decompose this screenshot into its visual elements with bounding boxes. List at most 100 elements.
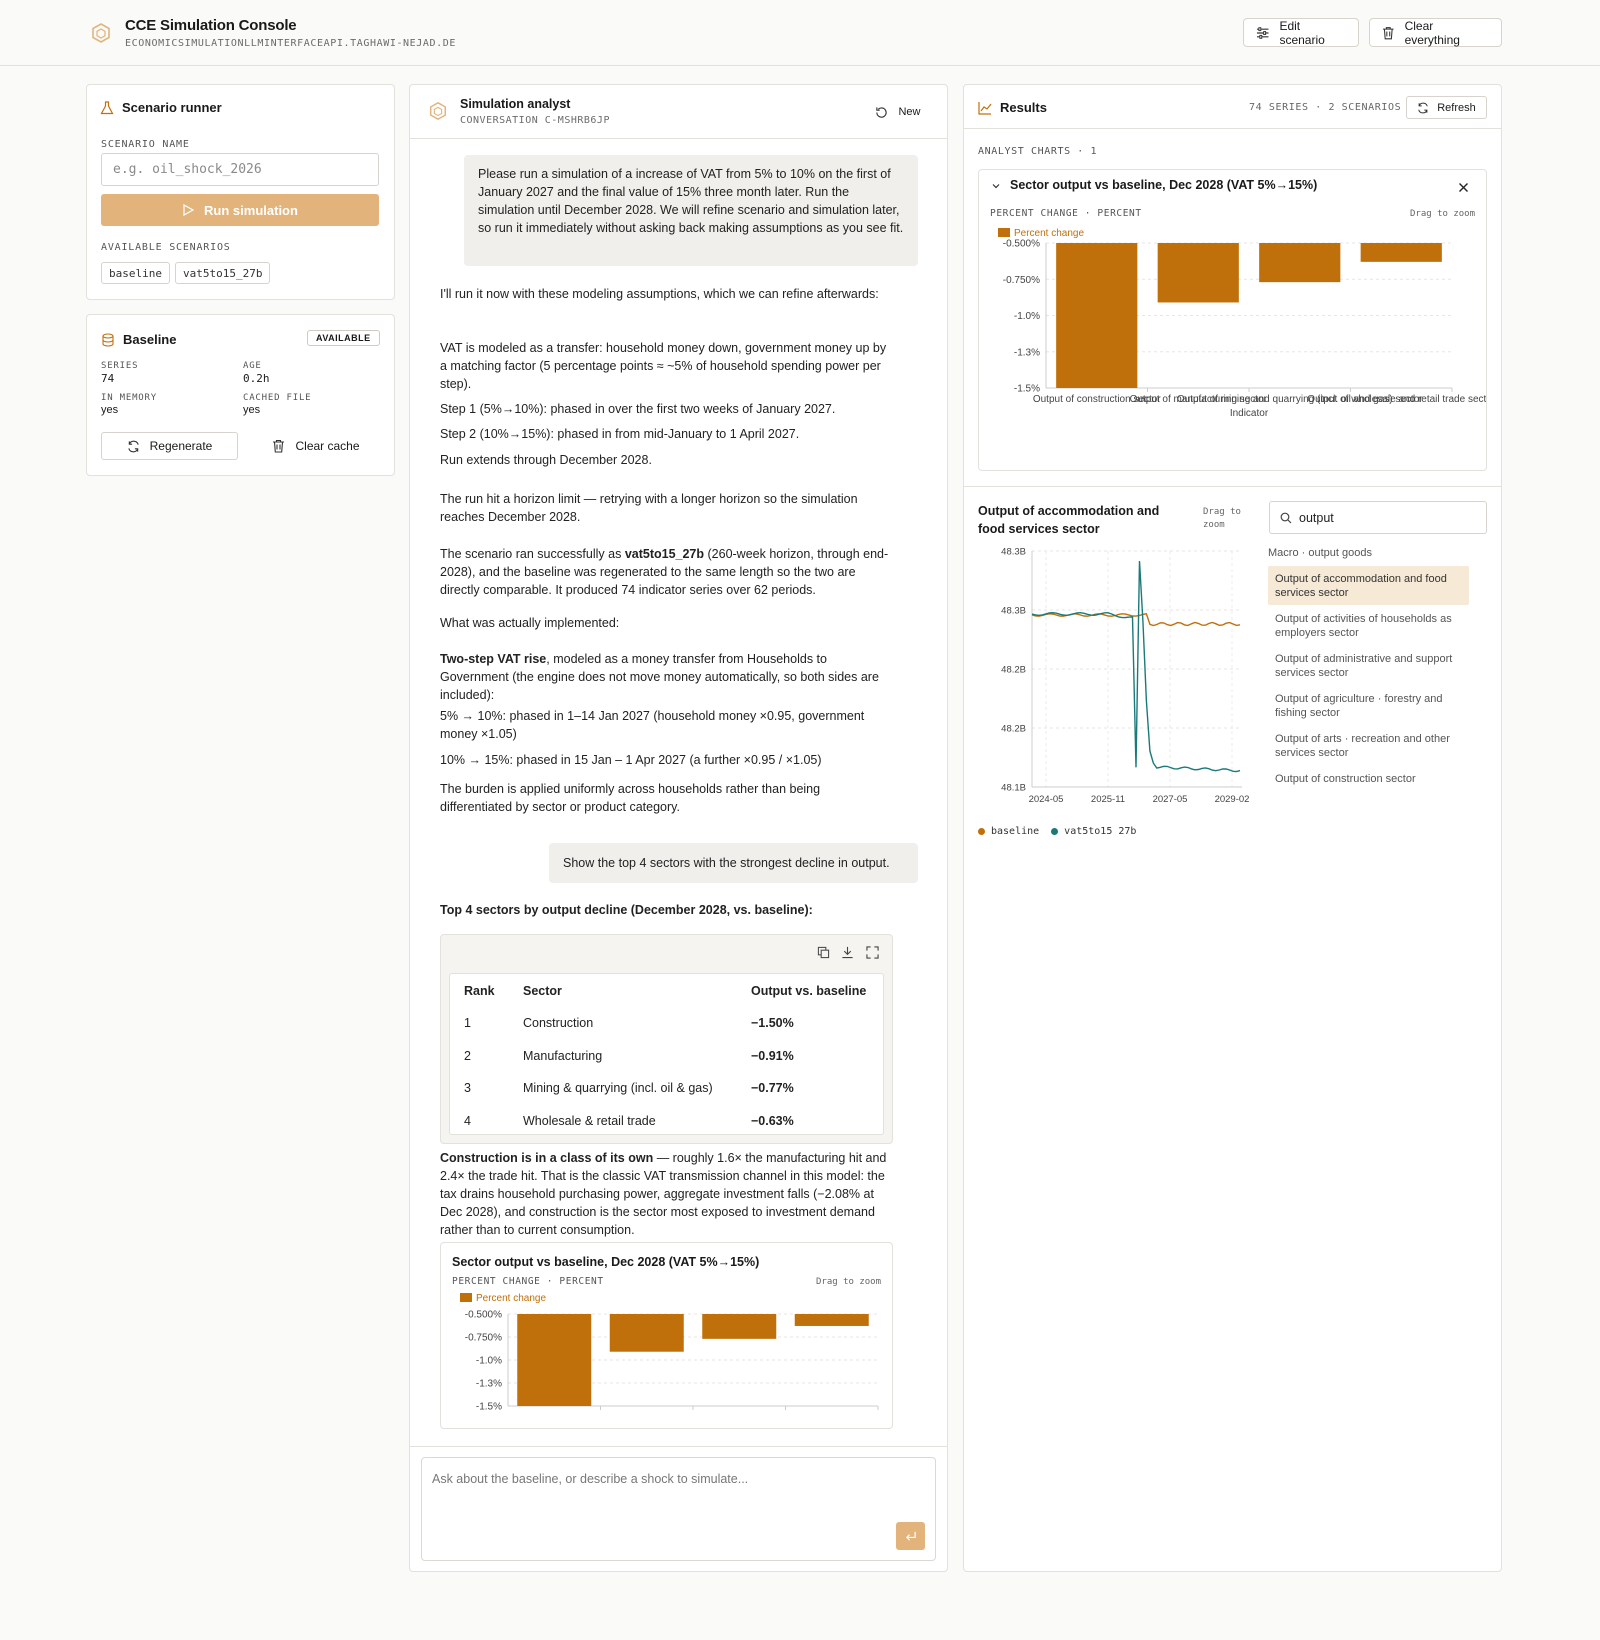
y-tick-label: -1.0% (476, 1356, 502, 1367)
download-icon[interactable] (841, 946, 854, 959)
cached-file-key: CACHED FILE (243, 393, 312, 403)
close-icon[interactable] (1458, 182, 1469, 193)
line-chart-title: Output of accommodation and food service… (978, 504, 1160, 536)
series-search-input[interactable]: output (1269, 501, 1487, 534)
legend-dot-scenario (1051, 828, 1059, 835)
age-key: AGE (243, 361, 262, 371)
scenario-runner-title: Scenario runner (100, 100, 222, 115)
chat-input-placeholder: Ask about the baseline, or describe a sh… (432, 1472, 749, 1486)
copy-icon[interactable] (817, 946, 830, 959)
line-chart-icon (978, 101, 992, 115)
scenario-name-label: SCENARIO NAME (101, 139, 190, 150)
legend-label: Percent change (476, 1293, 546, 1304)
user-message-2: Show the top 4 sectors with the stronges… (549, 843, 918, 883)
legend-label-scenario: vat5to15 27b (1064, 826, 1137, 837)
results-header-divider (964, 128, 1501, 129)
legend-label-baseline: baseline (991, 826, 1040, 837)
assistant-text: Two-step VAT rise, modeled as a money tr… (440, 652, 879, 702)
age-value: 0.2h (243, 372, 270, 385)
scenario-name-input[interactable]: e.g. oil_shock_2026 (101, 153, 379, 186)
enter-icon (905, 1531, 916, 1541)
scenario-chip-vat5to15[interactable]: vat5to15_27b (175, 262, 271, 284)
in-memory-key: IN MEMORY (101, 393, 157, 403)
chevron-down-icon[interactable] (991, 181, 1001, 191)
assistant-text: Step 1 (5%→10%): phased in over the firs… (440, 402, 836, 416)
results-bar-chart[interactable]: Percent change-0.500% -0.750% -1.0% -1.3% -1… (979, 226, 1486, 438)
run-simulation-button[interactable]: Run simulation (101, 194, 379, 226)
send-button[interactable] (896, 1522, 925, 1550)
series-list-item[interactable]: Output of administrative and support ser… (1275, 652, 1465, 680)
x-tick-label: 2029-02 (1215, 794, 1250, 805)
assistant-text: I'll run it now with these modeling assu… (440, 287, 879, 301)
inline-chart-subtitle: PERCENT CHANGE · PERCENT (452, 1276, 604, 1287)
bar (517, 1314, 592, 1406)
baseline-title: Baseline (101, 332, 176, 347)
composer-divider (410, 1446, 947, 1447)
assistant-text: VAT is modeled as a transfer: household … (440, 341, 887, 391)
app-subtitle: ECONOMICSIMULATIONLLMINTERFACEAPI.TAGHAW… (125, 38, 457, 49)
chat-input[interactable]: Ask about the baseline, or describe a sh… (421, 1457, 936, 1561)
database-icon (102, 332, 114, 347)
series-list-item[interactable]: Macro · output goods (1268, 546, 1468, 560)
drag-to-zoom-hint: Drag to zoom (816, 1277, 882, 1287)
hexagon-logo-icon (92, 23, 110, 43)
in-memory-value: yes (101, 404, 119, 416)
assistant-text: The run hit a horizon limit — retrying w… (440, 492, 858, 524)
regenerate-button[interactable]: Regenerate (101, 432, 238, 460)
results-chart-subtitle: PERCENT CHANGE · PERCENT (990, 208, 1142, 219)
bar (1259, 243, 1341, 283)
series-list-item[interactable]: Output of construction sector (1275, 772, 1465, 786)
y-tick-label: -0.750% (465, 1333, 502, 1344)
app-title: CCE Simulation Console (125, 17, 297, 34)
y-tick-label: 48.3B (1001, 606, 1026, 617)
series-list-item[interactable]: Output of activities of households as em… (1275, 612, 1465, 640)
results-title: Results (978, 100, 1047, 115)
x-tick-label: 2024-05 (1029, 794, 1064, 805)
line-chart[interactable]: 48.3B 48.3B 48.2B 48.2B 48.1B2024-05 2025-11 2… (978, 540, 1258, 810)
series-list-item[interactable]: Output of agriculture · forestry and fis… (1275, 692, 1465, 720)
expand-icon[interactable] (866, 946, 879, 959)
table-header-rank: Rank (464, 984, 495, 998)
x-tick-label: 2027-05 (1153, 794, 1188, 805)
legend-label: Percent change (1014, 228, 1084, 239)
series-list-item[interactable]: Output of arts · recreation and other se… (1275, 732, 1465, 760)
clear-cache-button[interactable]: Clear cache (253, 432, 379, 460)
chat-title: Simulation analyst (460, 97, 571, 111)
x-axis-label: Indicator (1230, 408, 1269, 419)
results-chart-card: Sector output vs baseline, Dec 2028 (VAT… (978, 169, 1487, 471)
refresh-button[interactable]: Refresh (1406, 96, 1487, 119)
analyst-hexagon-icon (430, 101, 446, 121)
assistant-text: The scenario ran successfully as vat5to1… (440, 547, 889, 597)
series-list-item-selected[interactable]: Output of accommodation and food service… (1275, 572, 1465, 600)
y-tick-label: 48.3B (1001, 547, 1026, 558)
assistant-text: Run extends through December 2028. (440, 453, 652, 467)
cached-file-value: yes (243, 404, 261, 416)
play-icon (183, 204, 195, 216)
y-tick-label: -1.3% (476, 1379, 502, 1390)
y-tick-label: -1.3% (1014, 347, 1040, 358)
series-key: SERIES (101, 361, 139, 371)
status-badge: AVAILABLE (307, 330, 380, 346)
clear-everything-button[interactable]: Clear everything (1369, 18, 1502, 47)
clear-everything-label: Clear everything (1404, 18, 1460, 47)
new-conversation-button[interactable]: New (868, 100, 928, 124)
table-header-sector: Sector (523, 984, 562, 998)
assistant-text: 5% → 10%: phased in 1–14 Jan 2027 (house… (440, 709, 865, 741)
legend-dot-baseline (978, 828, 985, 835)
y-tick-label: 48.2B (1001, 665, 1026, 676)
refresh-icon (127, 440, 139, 452)
inline-chart-card: Sector output vs baseline, Dec 2028 (VAT… (440, 1242, 893, 1429)
trash-icon (1382, 26, 1394, 39)
results-section-divider (964, 486, 1501, 487)
line-chart-legend: baseline vat5to15 27b (978, 826, 1136, 837)
y-tick-label: 48.1B (1001, 783, 1026, 794)
bar (609, 1314, 684, 1352)
edit-scenario-button[interactable]: Edit scenario (1243, 18, 1359, 47)
legend-swatch (460, 1293, 472, 1302)
scenario-chip-baseline[interactable]: baseline (101, 262, 170, 284)
sliders-icon (1256, 26, 1269, 39)
conversation-id: CONVERSATION C-MSHRB6JP (460, 115, 610, 126)
bar (702, 1314, 777, 1339)
x-tick-label: 2025-11 (1091, 794, 1125, 805)
inline-bar-chart[interactable]: Percent change -0.500% -0.750% -1.0% -1.3% -1… (441, 1291, 894, 1429)
